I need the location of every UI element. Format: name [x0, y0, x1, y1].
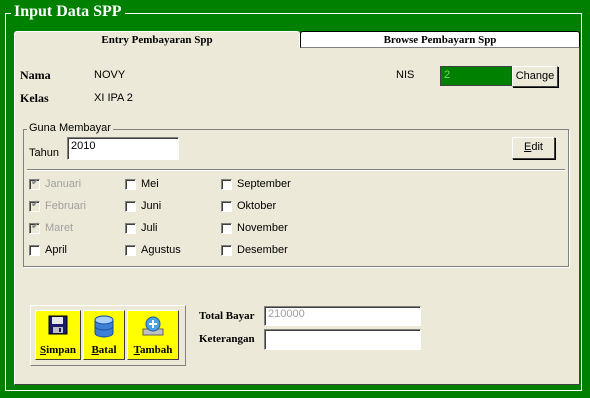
checkbox-box: ✔	[29, 198, 40, 212]
check-icon: ✔	[31, 176, 40, 188]
checkbox-januari[interactable]: ✔ Januari	[29, 176, 82, 190]
simpan-label: Simpan	[39, 344, 77, 356]
tambah-label: Tambah	[133, 344, 173, 356]
add-record-icon	[142, 316, 164, 336]
checkbox-juni[interactable]: Juni	[125, 200, 161, 212]
checkbox-april[interactable]: April	[29, 244, 67, 256]
keterangan-input[interactable]	[264, 329, 421, 350]
keterangan-label: Keterangan	[199, 333, 255, 345]
checkbox-oktober[interactable]: Oktober	[221, 200, 276, 212]
floppy-disk-icon	[48, 315, 68, 335]
checkbox-september[interactable]: September	[221, 178, 291, 190]
kelas-value: XI IPA 2	[94, 92, 133, 104]
checkbox-label: Februari	[45, 200, 86, 212]
entry-panel: Nama NOVY Kelas XI IPA 2 NIS 2 Change Gu…	[14, 48, 580, 385]
nama-label: Nama	[20, 68, 51, 82]
nis-field[interactable]: 2	[440, 66, 512, 86]
tab-browse-pembayaran[interactable]: Browse Pembayarn Spp	[300, 31, 580, 48]
tahun-label: Tahun	[29, 147, 59, 159]
checkbox-juli[interactable]: Juli	[125, 222, 158, 234]
window-background: Input Data SPP Entry Pembayaran Spp Brow…	[0, 0, 590, 398]
checkbox-box	[221, 178, 232, 190]
window-title: Input Data SPP	[11, 3, 125, 21]
months-divider	[27, 169, 565, 171]
tahun-input[interactable]: 2010	[67, 137, 179, 160]
checkbox-maret[interactable]: ✔ Maret	[29, 220, 74, 234]
batal-label: Batal	[91, 344, 117, 356]
tambah-button[interactable]: Tambah	[127, 310, 179, 360]
checkbox-box	[125, 178, 136, 190]
checkbox-november[interactable]: November	[221, 222, 288, 234]
checkbox-box	[221, 244, 232, 256]
checkbox-label: Desember	[237, 244, 288, 256]
checkbox-box	[125, 200, 136, 212]
total-bayar-input[interactable]: 210000	[264, 306, 421, 326]
checkbox-label: Januari	[45, 178, 82, 190]
database-icon	[94, 315, 114, 338]
checkbox-box	[221, 200, 232, 212]
checkbox-box	[29, 244, 40, 256]
checkbox-label: April	[45, 244, 68, 256]
kelas-label: Kelas	[20, 91, 49, 105]
checkbox-box: ✔	[29, 220, 40, 234]
checkbox-mei[interactable]: Mei	[125, 178, 159, 190]
checkbox-label: Agustus	[141, 244, 181, 256]
change-button[interactable]: Change	[512, 66, 558, 87]
total-bayar-label: Total Bayar	[199, 310, 255, 322]
nis-label: NIS	[396, 69, 415, 81]
tab-entry-pembayaran[interactable]: Entry Pembayaran Spp	[14, 31, 300, 48]
action-toolbar: Simpan Batal Tambah	[30, 305, 186, 366]
checkbox-box	[125, 244, 136, 256]
checkbox-label: Maret	[45, 222, 74, 234]
checkbox-desember[interactable]: Desember	[221, 244, 288, 256]
checkbox-label: Oktober	[237, 200, 277, 212]
check-icon: ✔	[31, 220, 40, 232]
checkbox-label: Juli	[141, 222, 158, 234]
tab-bar: Entry Pembayaran Spp Browse Pembayarn Sp…	[14, 31, 580, 48]
check-icon: ✔	[31, 198, 40, 210]
checkbox-label: November	[237, 222, 288, 234]
checkbox-agustus[interactable]: Agustus	[125, 244, 181, 256]
checkbox-box	[125, 222, 136, 234]
checkbox-box: ✔	[29, 176, 40, 190]
checkbox-label: September	[237, 178, 291, 190]
nama-value: NOVY	[94, 69, 126, 81]
checkbox-februari[interactable]: ✔ Februari	[29, 198, 86, 212]
checkbox-box	[221, 222, 232, 234]
guna-membayar-legend: Guna Membayar	[27, 122, 113, 134]
edit-button[interactable]: Edit	[512, 137, 555, 159]
simpan-button[interactable]: Simpan	[35, 310, 81, 360]
batal-button[interactable]: Batal	[83, 310, 125, 360]
checkbox-label: Mei	[141, 178, 159, 190]
checkbox-label: Juni	[141, 200, 162, 212]
